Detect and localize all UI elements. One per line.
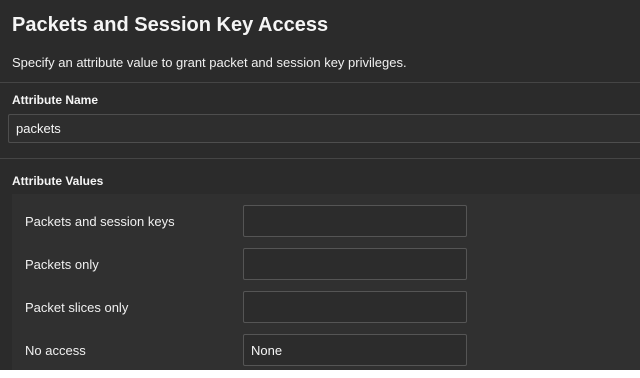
- attribute-value-row-no-access: No access: [12, 333, 640, 369]
- attribute-value-label: Packet slices only: [25, 300, 129, 315]
- no-access-input[interactable]: [243, 334, 467, 366]
- attribute-value-label: Packets and session keys: [25, 214, 175, 229]
- panel-title: Packets and Session Key Access: [12, 14, 329, 36]
- packets-and-session-keys-input[interactable]: [243, 205, 467, 237]
- panel-description: Specify an attribute value to grant pack…: [12, 55, 407, 70]
- attribute-value-label: No access: [25, 343, 86, 358]
- attribute-value-row-packets-only: Packets only: [12, 247, 640, 283]
- attribute-name-label: Attribute Name: [12, 93, 99, 107]
- packet-slices-only-input[interactable]: [243, 291, 467, 323]
- attribute-value-label: Packets only: [25, 257, 99, 272]
- attribute-value-row-packets-and-session-keys: Packets and session keys: [12, 204, 640, 240]
- divider: [0, 82, 640, 83]
- packets-only-input[interactable]: [243, 248, 467, 280]
- divider: [0, 158, 640, 159]
- attribute-values-list: Packets and session keys Packets only Pa…: [12, 194, 640, 370]
- packets-session-key-access-panel: Packets and Session Key Access Specify a…: [0, 0, 640, 370]
- attribute-values-label: Attribute Values: [12, 174, 104, 188]
- attribute-value-row-packet-slices-only: Packet slices only: [12, 290, 640, 326]
- attribute-name-input[interactable]: [8, 114, 640, 143]
